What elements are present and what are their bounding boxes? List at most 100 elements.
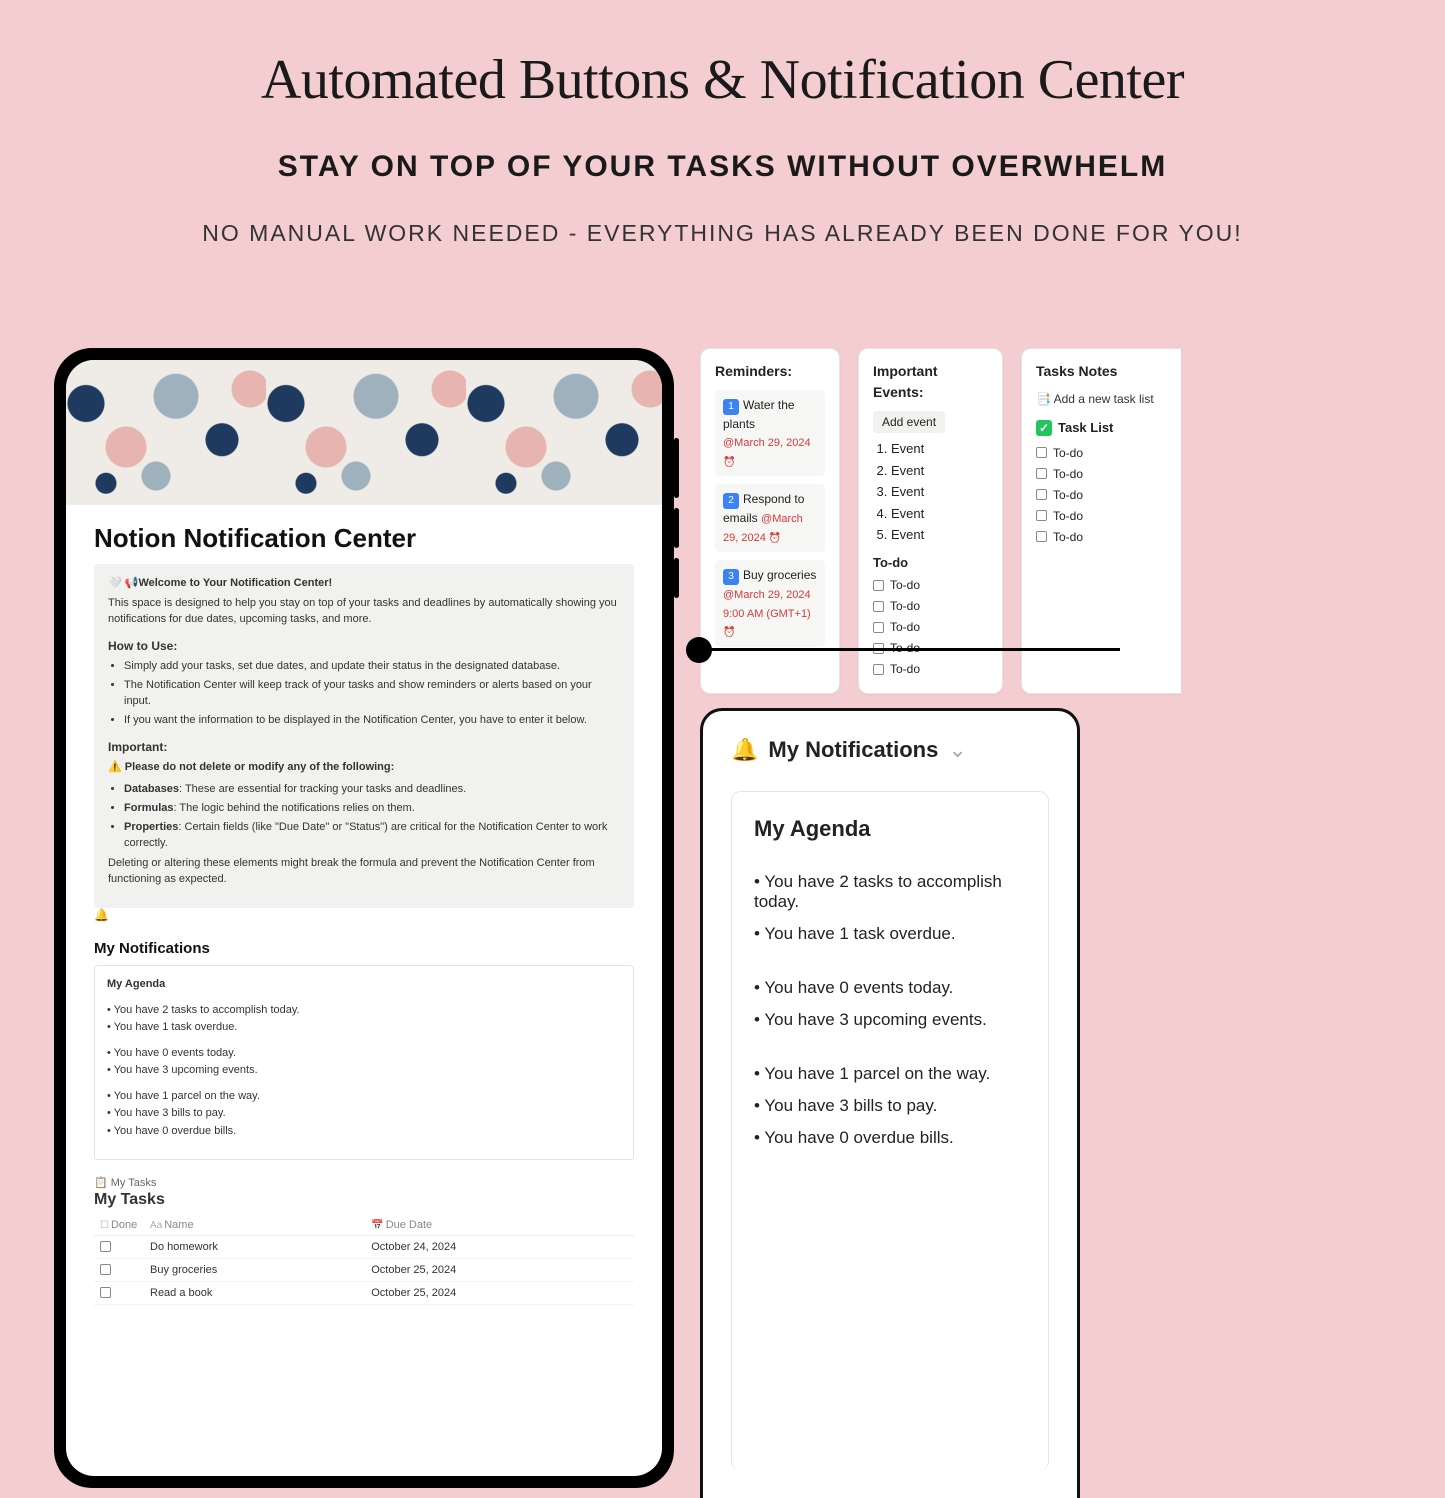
add-tasklist-button[interactable]: Add a new task list bbox=[1036, 390, 1181, 408]
agenda-line: You have 0 overdue bills. bbox=[107, 1123, 621, 1141]
table-row[interactable]: Read a bookOctober 25, 2024 bbox=[94, 1281, 634, 1304]
my-notifications-card: 🔔 My Notifications ⌄ My Agenda You have … bbox=[700, 708, 1080, 1498]
events-card: Important Events: Add event Event Event … bbox=[858, 348, 1003, 694]
todo-checkbox[interactable] bbox=[873, 622, 884, 633]
my-tasks-db-label[interactable]: 📋 My Tasks bbox=[94, 1176, 634, 1189]
todo-item[interactable]: To-do bbox=[873, 576, 988, 594]
agenda-title: My Agenda bbox=[107, 976, 621, 994]
event-item[interactable]: Event bbox=[891, 439, 988, 459]
tablet-frame: Notion Notification Center 🤍 📢Welcome to… bbox=[54, 348, 674, 1488]
reminders-card: Reminders: 1Water the plants @March 29, … bbox=[700, 348, 840, 694]
todo-item[interactable]: To-do bbox=[1036, 444, 1181, 462]
text-icon: Aa bbox=[150, 1220, 162, 1231]
todo-checkbox[interactable] bbox=[1036, 489, 1047, 500]
todo-checkbox[interactable] bbox=[873, 664, 884, 675]
my-tasks-table[interactable]: ☐Done AaName 📅Due Date Do homeworkOctobe… bbox=[94, 1215, 634, 1305]
page-title: Notion Notification Center bbox=[94, 523, 634, 554]
agenda-line: You have 1 parcel on the way. bbox=[754, 1064, 1026, 1084]
howto-item: If you want the information to be displa… bbox=[124, 713, 620, 729]
reminder-item[interactable]: 3Buy groceries @March 29, 2024 9:00 AM (… bbox=[715, 560, 825, 647]
tablet-power-button bbox=[674, 438, 679, 498]
reminder-date: @March 29, 2024 bbox=[723, 437, 811, 468]
agenda-line: You have 3 upcoming events. bbox=[107, 1062, 621, 1080]
important-footer: Deleting or altering these elements migh… bbox=[108, 856, 620, 888]
todo-item[interactable]: To-do bbox=[1036, 486, 1181, 504]
agenda-line: You have 1 task overdue. bbox=[754, 924, 1026, 944]
important-item: Formulas: The logic behind the notificat… bbox=[124, 801, 620, 817]
reminder-number: 3 bbox=[723, 569, 739, 585]
reminders-heading: Reminders: bbox=[715, 361, 825, 382]
my-notifications-heading: My Notifications bbox=[94, 940, 634, 957]
event-item[interactable]: Event bbox=[891, 504, 988, 524]
event-item[interactable]: Event bbox=[891, 482, 988, 502]
agenda-line: You have 3 bills to pay. bbox=[107, 1105, 621, 1123]
hero-subtitle2: NO MANUAL WORK NEEDED - EVERYTHING HAS A… bbox=[0, 220, 1445, 247]
agenda-box[interactable]: My Agenda You have 2 tasks to accomplish… bbox=[94, 965, 634, 1160]
events-heading: Important Events: bbox=[873, 361, 988, 403]
event-item[interactable]: Event bbox=[891, 525, 988, 545]
big-agenda-title: My Agenda bbox=[754, 816, 1026, 842]
agenda-panel[interactable]: My Agenda You have 2 tasks to accomplish… bbox=[731, 791, 1049, 1471]
tablet-volume-down bbox=[674, 558, 679, 598]
todo-heading: To-do bbox=[873, 553, 988, 573]
agenda-line: You have 0 overdue bills. bbox=[754, 1128, 1026, 1148]
todo-checkbox[interactable] bbox=[1036, 510, 1047, 521]
important-heading: Important: bbox=[108, 739, 620, 756]
done-checkbox[interactable] bbox=[100, 1287, 111, 1298]
important-item: Properties: Certain fields (like "Due Da… bbox=[124, 820, 620, 852]
chevron-down-icon[interactable]: ⌄ bbox=[948, 737, 966, 763]
event-item[interactable]: Event bbox=[891, 461, 988, 481]
check-icon: ✓ bbox=[1036, 420, 1052, 436]
reminder-number: 1 bbox=[723, 399, 739, 415]
todo-checkbox[interactable] bbox=[1036, 531, 1047, 542]
todo-checkbox[interactable] bbox=[1036, 468, 1047, 479]
reminder-item[interactable]: 2Respond to emails @March 29, 2024 bbox=[715, 484, 825, 552]
todo-item[interactable]: To-do bbox=[1036, 507, 1181, 525]
done-checkbox[interactable] bbox=[100, 1241, 111, 1252]
tasklist-heading[interactable]: ✓ Task List bbox=[1036, 418, 1181, 438]
table-row[interactable]: Do homeworkOctober 24, 2024 bbox=[94, 1235, 634, 1258]
agenda-line: You have 2 tasks to accomplish today. bbox=[107, 1002, 621, 1020]
agenda-line: You have 1 parcel on the way. bbox=[107, 1088, 621, 1106]
todo-item[interactable]: To-do bbox=[1036, 528, 1181, 546]
tablet-screen: Notion Notification Center 🤍 📢Welcome to… bbox=[66, 360, 662, 1476]
calendar-icon: 📅 bbox=[371, 1220, 383, 1231]
todo-item[interactable]: To-do bbox=[873, 597, 988, 615]
bell-icon: 🔔 bbox=[731, 737, 758, 763]
todo-checkbox[interactable] bbox=[873, 580, 884, 591]
todo-checkbox[interactable] bbox=[1036, 447, 1047, 458]
page-cover-image bbox=[66, 360, 662, 505]
todo-item[interactable]: To-do bbox=[1036, 465, 1181, 483]
important-warning: Please do not delete or modify any of th… bbox=[108, 760, 620, 776]
welcome-callout: 🤍 📢Welcome to Your Notification Center! … bbox=[94, 564, 634, 908]
agenda-line: You have 0 events today. bbox=[754, 978, 1026, 998]
howto-item: Simply add your tasks, set due dates, an… bbox=[124, 659, 620, 675]
agenda-line: You have 1 task overdue. bbox=[107, 1019, 621, 1037]
hero-subtitle: STAY ON TOP OF YOUR TASKS WITHOUT OVERWH… bbox=[0, 150, 1445, 184]
todo-checkbox[interactable] bbox=[873, 601, 884, 612]
notes-heading: Tasks Notes bbox=[1036, 361, 1181, 382]
divider-line bbox=[700, 648, 1120, 651]
checkbox-icon: ☐ bbox=[100, 1220, 109, 1231]
notes-card: Tasks Notes Add a new task list ✓ Task L… bbox=[1021, 348, 1181, 694]
hero-title: Automated Buttons & Notification Center bbox=[0, 48, 1445, 112]
agenda-line: You have 3 bills to pay. bbox=[754, 1096, 1026, 1116]
bell-icon: 🔔 bbox=[94, 908, 634, 922]
reminder-item[interactable]: 1Water the plants @March 29, 2024 bbox=[715, 390, 825, 476]
welcome-body: This space is designed to help you stay … bbox=[108, 596, 620, 628]
big-heading: My Notifications bbox=[768, 737, 938, 763]
howto-item: The Notification Center will keep track … bbox=[124, 678, 620, 710]
done-checkbox[interactable] bbox=[100, 1264, 111, 1275]
reminder-date: @March 29, 2024 9:00 AM (GMT+1) bbox=[723, 589, 811, 638]
agenda-line: You have 0 events today. bbox=[107, 1045, 621, 1063]
table-row[interactable]: Buy groceriesOctober 25, 2024 bbox=[94, 1258, 634, 1281]
reminder-number: 2 bbox=[723, 493, 739, 509]
todo-item[interactable]: To-do bbox=[873, 660, 988, 678]
important-item: Databases: These are essential for track… bbox=[124, 782, 620, 798]
todo-item[interactable]: To-do bbox=[873, 618, 988, 636]
howto-heading: How to Use: bbox=[108, 638, 620, 655]
add-event-button[interactable]: Add event bbox=[873, 411, 945, 433]
agenda-line: You have 3 upcoming events. bbox=[754, 1010, 1026, 1030]
agenda-line: You have 2 tasks to accomplish today. bbox=[754, 872, 1026, 912]
welcome-heading: 🤍 📢Welcome to Your Notification Center! bbox=[108, 576, 620, 592]
